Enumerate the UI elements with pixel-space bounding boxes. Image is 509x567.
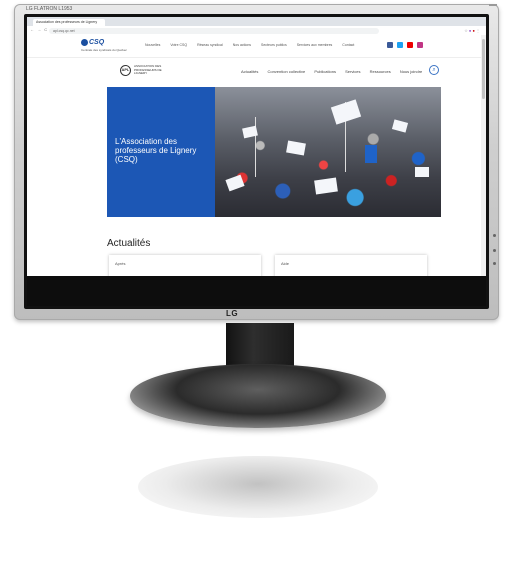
hero-title: L'Association des professeurs de Lignery… xyxy=(115,137,197,164)
lg-logo: LG xyxy=(226,309,239,318)
monitor-top-button xyxy=(489,4,497,6)
extension-icon[interactable]: ● xyxy=(472,28,474,33)
monitor-frame: LG FLATRON L1953 Association des profess… xyxy=(14,4,499,320)
crowd-image xyxy=(215,87,441,217)
site-menu: Actualités Convention collective Publica… xyxy=(241,69,430,74)
csq-menu: Nouvelles Votre CSQ Réseau syndical Nos … xyxy=(145,43,363,47)
monitor-side-button xyxy=(493,249,496,252)
hero-crowd-photo xyxy=(215,87,441,217)
screen-bezel: Association des professeurs de Lignery ←… xyxy=(24,14,489,309)
news-card[interactable]: Après xyxy=(109,255,261,276)
scrollbar-thumb[interactable] xyxy=(482,39,485,99)
csq-logo-icon[interactable] xyxy=(81,39,88,46)
site-menu-item[interactable]: Publications xyxy=(314,69,336,74)
monitor-side-button xyxy=(493,262,496,265)
menu-dots-icon[interactable]: ⋮ xyxy=(476,28,480,33)
base-reflection xyxy=(138,456,378,518)
csq-menu-item[interactable]: Votre CSQ xyxy=(170,43,187,47)
facebook-icon[interactable] xyxy=(387,42,393,48)
csq-menu-item[interactable]: Nos actions xyxy=(233,43,251,47)
address-bar[interactable]: apl.csq.qc.net xyxy=(49,28,379,34)
site-name[interactable]: ASSOCIATION DES PROFESSEURS DE LIGNERY xyxy=(134,64,168,76)
news-heading: Actualités xyxy=(107,238,151,249)
star-icon[interactable]: ☆ xyxy=(464,28,468,33)
monitor-side-button xyxy=(493,234,496,237)
monitor-base xyxy=(130,364,386,428)
site-menu-item[interactable]: Actualités xyxy=(241,69,258,74)
news-card-label: Après xyxy=(115,261,126,266)
csq-menu-item[interactable]: Contact xyxy=(342,43,354,47)
search-icon[interactable]: ⌕ xyxy=(429,65,439,75)
site-menu-item[interactable]: Services xyxy=(345,69,360,74)
profile-icon[interactable]: ● xyxy=(469,28,471,33)
news-card-label: Aide xyxy=(281,261,290,266)
news-card[interactable]: Aide xyxy=(275,255,427,276)
protest-flag xyxy=(415,167,429,177)
youtube-icon[interactable] xyxy=(407,42,413,48)
screen-lower-area xyxy=(27,276,486,306)
monitor-model-label: LG FLATRON L1953 xyxy=(26,6,73,12)
csq-menu-item[interactable]: Secteurs publics xyxy=(261,43,287,47)
site-menu-item[interactable]: Ressources xyxy=(370,69,391,74)
site-logo-icon[interactable]: APL xyxy=(120,65,131,76)
csq-menu-item[interactable]: Réseau syndical xyxy=(197,43,223,47)
csq-menu-item[interactable]: Nouvelles xyxy=(145,43,160,47)
twitter-icon[interactable] xyxy=(397,42,403,48)
site-menu-item[interactable]: Nous joindre xyxy=(400,69,422,74)
csq-logo[interactable]: CSQ xyxy=(89,39,104,46)
browser-extensions[interactable]: ☆ ● ● ⋮ xyxy=(464,28,480,33)
protest-flag xyxy=(365,145,377,163)
browser-tab[interactable]: Association des professeurs de Lignery xyxy=(33,19,105,26)
browser-screen: Association des professeurs de Lignery ←… xyxy=(27,17,486,276)
csq-subtitle: Centrale des syndicats du Québec xyxy=(81,48,127,52)
site-menu-item[interactable]: Convention collective xyxy=(267,69,305,74)
instagram-icon[interactable] xyxy=(417,42,423,48)
csq-menu-item[interactable]: Services aux membres xyxy=(297,43,333,47)
